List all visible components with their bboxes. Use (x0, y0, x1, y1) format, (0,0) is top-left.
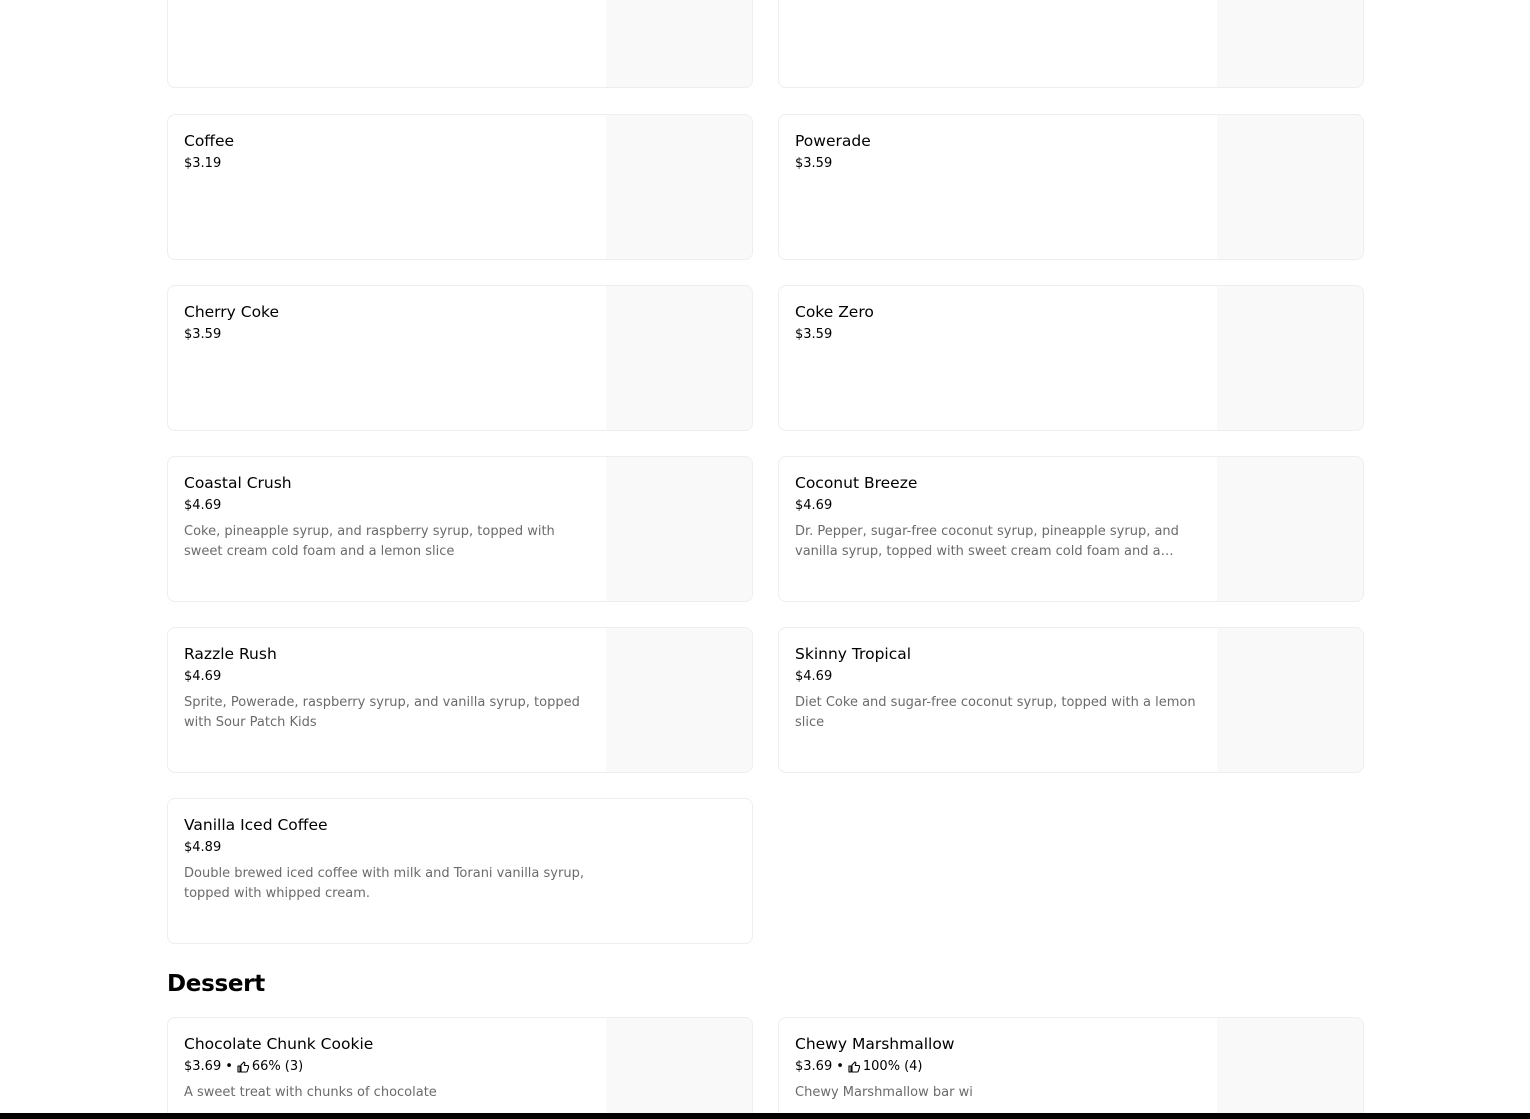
item-price-rating: $3.69 • 66% (3) (184, 1059, 592, 1075)
item-price: $4.69 (795, 498, 833, 513)
item-thumbnail (1217, 286, 1363, 430)
item-name: Powerade (795, 132, 871, 150)
item-price: $3.59 (184, 327, 222, 342)
item-price: $3.69 (184, 1059, 222, 1074)
item-price: $3.59 (795, 156, 833, 171)
item-thumbnail (606, 115, 752, 259)
menu-item-card-partial[interactable] (167, 0, 753, 88)
item-info: Razzle Rush $4.69 Sprite, Powerade, rasp… (184, 644, 592, 733)
menu-item-card[interactable]: Powerade $3.59 (778, 114, 1364, 260)
menu-item-card[interactable]: Coffee $3.19 (167, 114, 753, 260)
separator-dot: • (836, 1059, 844, 1074)
item-thumbnail (1217, 115, 1363, 259)
item-name: Coconut Breeze (795, 474, 918, 492)
item-info: Chewy Marshmallow $3.69 • 100% (4) Chewy… (795, 1034, 1203, 1103)
menu-item-card[interactable]: Razzle Rush $4.69 Sprite, Powerade, rasp… (167, 627, 753, 773)
item-price: $3.19 (184, 156, 222, 171)
menu-item-card[interactable]: Chocolate Chunk Cookie $3.69 • 66% (3) A… (167, 1017, 753, 1119)
menu-item-card[interactable]: Skinny Tropical $4.69 Diet Coke and suga… (778, 627, 1364, 773)
item-rating: 100% (862, 1059, 901, 1074)
item-name: Vanilla Iced Coffee (184, 816, 328, 834)
item-info: Skinny Tropical $4.69 Diet Coke and suga… (795, 644, 1203, 733)
item-info: Vanilla Iced Coffee $4.89 Double brewed … (184, 815, 604, 904)
menu-item-card-partial[interactable] (778, 0, 1364, 88)
thumbs-up-icon (237, 1061, 249, 1073)
item-thumbnail (1217, 1018, 1363, 1119)
item-description: Double brewed iced coffee with milk and … (184, 866, 584, 901)
item-description: Diet Coke and sugar-free coconut syrup, … (795, 695, 1196, 730)
item-info: Coconut Breeze $4.69 Dr. Pepper, sugar-f… (795, 473, 1203, 562)
item-info: Powerade $3.59 (795, 131, 1203, 172)
menu-item-card[interactable]: Chewy Marshmallow $3.69 • 100% (4) Chewy… (778, 1017, 1364, 1119)
item-name: Chewy Marshmallow (795, 1035, 955, 1053)
item-info: Coffee $3.19 (184, 131, 592, 172)
item-price: $4.69 (184, 669, 222, 684)
item-info: Cherry Coke $3.59 (184, 302, 592, 343)
menu-item-card[interactable]: Coke Zero $3.59 (778, 285, 1364, 431)
item-info: Chocolate Chunk Cookie $3.69 • 66% (3) A… (184, 1034, 592, 1103)
item-price-rating: $3.69 • 100% (4) (795, 1059, 1203, 1075)
item-name: Coffee (184, 132, 235, 150)
separator-dot: • (225, 1059, 233, 1074)
item-price: $3.69 (795, 1059, 833, 1074)
item-description: Coke, pineapple syrup, and raspberry syr… (184, 524, 555, 559)
item-thumbnail (1217, 457, 1363, 601)
item-thumbnail (606, 1018, 752, 1119)
item-name: Razzle Rush (184, 645, 277, 663)
item-name: Coastal Crush (184, 474, 292, 492)
item-info: Coke Zero $3.59 (795, 302, 1203, 343)
item-price: $4.89 (184, 840, 222, 855)
item-price: $4.69 (184, 498, 222, 513)
item-thumbnail (606, 0, 752, 87)
menu-item-card[interactable]: Vanilla Iced Coffee $4.89 Double brewed … (167, 798, 753, 944)
item-description: A sweet treat with chunks of chocolate (184, 1085, 437, 1100)
item-name: Chocolate Chunk Cookie (184, 1035, 374, 1053)
item-thumbnail (606, 286, 752, 430)
bottom-bar (0, 1113, 1530, 1119)
item-rating: 66% (251, 1059, 281, 1074)
menu-item-card[interactable]: Coconut Breeze $4.69 Dr. Pepper, sugar-f… (778, 456, 1364, 602)
item-name: Skinny Tropical (795, 645, 912, 663)
item-thumbnail (606, 628, 752, 772)
item-name: Cherry Coke (184, 303, 280, 321)
item-thumbnail (606, 457, 752, 601)
item-price: $3.59 (795, 327, 833, 342)
item-price: $4.69 (795, 669, 833, 684)
item-rating-count: (3) (284, 1059, 304, 1074)
item-info: Coastal Crush $4.69 Coke, pineapple syru… (184, 473, 592, 562)
menu-item-card[interactable]: Coastal Crush $4.69 Coke, pineapple syru… (167, 456, 753, 602)
item-thumbnail (1217, 0, 1363, 87)
item-description: Dr. Pepper, sugar-free coconut syrup, pi… (795, 524, 1179, 559)
thumbs-up-icon (848, 1061, 860, 1073)
item-rating-count: (4) (904, 1059, 923, 1074)
section-title-dessert: Dessert (167, 971, 265, 997)
item-description: Chewy Marshmallow bar wi (795, 1085, 973, 1100)
item-description: Sprite, Powerade, raspberry syrup, and v… (184, 695, 580, 730)
item-thumbnail (1217, 628, 1363, 772)
menu-item-card[interactable]: Cherry Coke $3.59 (167, 285, 753, 431)
item-name: Coke Zero (795, 303, 874, 321)
